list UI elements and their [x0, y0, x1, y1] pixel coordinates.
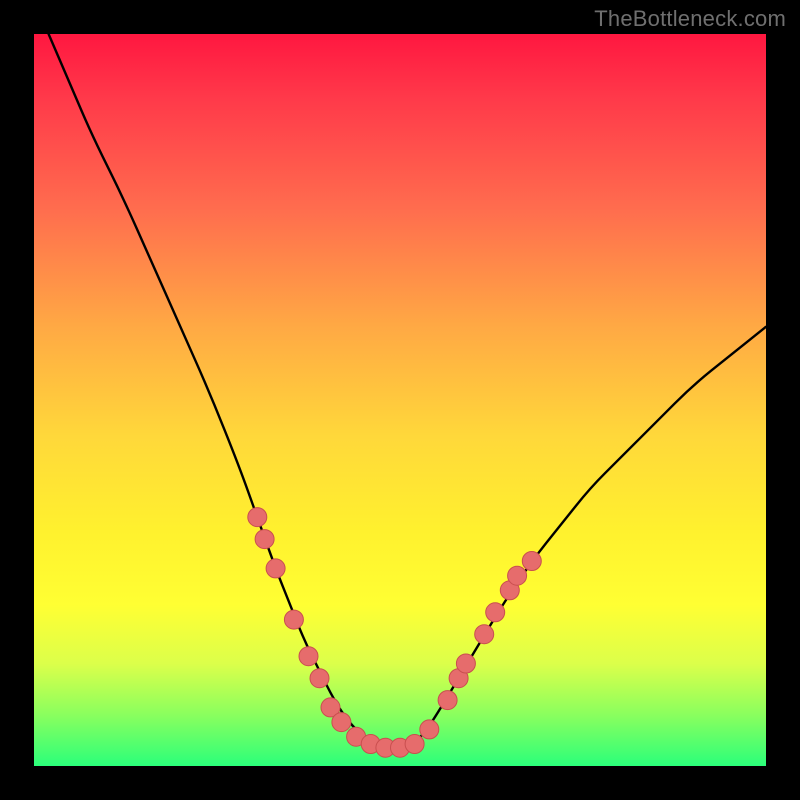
data-point	[420, 720, 439, 739]
data-point	[248, 508, 267, 527]
watermark-text: TheBottleneck.com	[594, 6, 786, 32]
data-point	[486, 603, 505, 622]
data-point	[284, 610, 303, 629]
data-point-markers	[248, 508, 542, 758]
data-point	[255, 530, 274, 549]
data-point	[508, 566, 527, 585]
data-point	[475, 625, 494, 644]
data-point	[522, 552, 541, 571]
chart-frame: TheBottleneck.com	[0, 0, 800, 800]
data-point	[405, 735, 424, 754]
data-point	[266, 559, 285, 578]
data-point	[332, 713, 351, 732]
data-point	[310, 669, 329, 688]
data-point	[438, 691, 457, 710]
bottleneck-curve	[49, 34, 766, 747]
plot-area	[34, 34, 766, 766]
data-point	[456, 654, 475, 673]
chart-svg	[34, 34, 766, 766]
data-point	[299, 647, 318, 666]
